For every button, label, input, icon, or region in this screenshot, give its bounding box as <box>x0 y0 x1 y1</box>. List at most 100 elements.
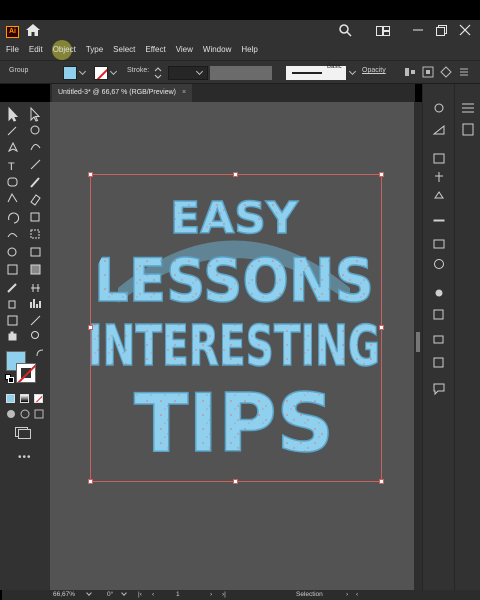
resize-handle[interactable] <box>233 172 238 177</box>
libraries-icon <box>432 124 445 135</box>
resize-handle[interactable] <box>88 479 93 484</box>
more-tools-icon[interactable]: ••• <box>18 452 32 463</box>
close-tab-icon[interactable]: × <box>182 89 186 96</box>
menu-view[interactable]: View <box>171 43 198 57</box>
selection-tool-icon <box>8 106 19 122</box>
stroke-color-box[interactable] <box>16 363 36 383</box>
scrollbar-thumb[interactable] <box>416 332 420 352</box>
width-tool-icon <box>7 233 18 238</box>
selection-bounding-box[interactable] <box>90 174 382 482</box>
appearance-icon <box>435 289 443 297</box>
search-icon[interactable] <box>339 24 352 39</box>
fill-color-swatch[interactable] <box>63 66 77 80</box>
color-mode-icon[interactable] <box>6 394 15 403</box>
chevron-down-icon[interactable] <box>348 67 357 76</box>
status-menu-icon[interactable]: ‹ <box>356 590 358 600</box>
stroke-stepper-icon[interactable] <box>154 66 162 82</box>
free-transform-icon <box>30 229 40 239</box>
resize-handle[interactable] <box>379 479 384 484</box>
rectangle-tool-icon <box>7 177 18 187</box>
status-bar: 66,67% 0° |‹ ‹ 1 › ›| Selection › ‹ <box>2 590 480 600</box>
brush-label: Basic <box>327 64 342 70</box>
document-tab[interactable]: Untitled-3* @ 66,67 % (RGB/Preview) × <box>52 84 193 102</box>
app-logo: Ai <box>6 26 19 38</box>
panel-icons-2 <box>462 103 474 136</box>
close-icon[interactable] <box>459 24 471 38</box>
stroke-weight-field[interactable] <box>168 66 208 80</box>
stroke-panel-icon <box>433 219 445 222</box>
menu-icon[interactable] <box>458 66 470 78</box>
arrange-documents-icon[interactable] <box>376 26 390 38</box>
menu-type[interactable]: Type <box>81 43 108 57</box>
resize-handle[interactable] <box>88 325 93 330</box>
maximize-icon[interactable] <box>436 25 447 38</box>
panel-dock-1 <box>422 84 454 590</box>
last-artboard-icon[interactable]: ›| <box>222 590 226 600</box>
stroke-label: Stroke: <box>127 67 150 74</box>
transparency-icon <box>434 259 444 269</box>
resize-handle[interactable] <box>379 172 384 177</box>
hand-tool-icon <box>8 331 17 341</box>
selection-type-label: Group <box>9 67 29 74</box>
home-icon[interactable] <box>26 24 40 38</box>
gradient-panel-icon <box>433 239 445 249</box>
adjustments-icon <box>462 103 474 113</box>
vertical-scrollbar[interactable] <box>414 102 422 590</box>
direct-selection-tool-icon <box>30 106 41 122</box>
chevron-down-icon[interactable] <box>109 67 118 76</box>
menu-help[interactable]: Help <box>236 43 262 57</box>
zoom-level[interactable]: 66,67% <box>53 590 75 600</box>
panel-dock-2 <box>454 84 480 590</box>
menu-window[interactable]: Window <box>198 43 236 57</box>
draw-normal-icon[interactable] <box>6 409 16 419</box>
variable-width-field[interactable] <box>210 66 272 80</box>
application-bar: Ai File Edit Object Type Select Effect V… <box>0 20 480 60</box>
resize-handle[interactable] <box>88 172 93 177</box>
draw-inside-icon[interactable] <box>34 409 44 419</box>
zoom-tool-icon <box>31 331 39 339</box>
isolate-icon[interactable] <box>440 66 452 78</box>
symbol-sprayer-icon <box>8 300 16 309</box>
chevron-down-icon[interactable] <box>78 67 87 76</box>
stroke-color-swatch[interactable] <box>94 66 108 80</box>
swap-colors-icon[interactable] <box>36 349 44 357</box>
comments-icon <box>433 383 445 396</box>
menu-file[interactable]: File <box>0 43 24 57</box>
control-bar-icons <box>404 66 470 78</box>
transform-icon[interactable] <box>422 66 434 78</box>
none-mode-icon[interactable] <box>34 394 43 403</box>
color-mode-row <box>6 394 43 403</box>
draw-mode-row <box>6 409 44 419</box>
resize-handle[interactable] <box>233 479 238 484</box>
artboard-number[interactable]: 1 <box>176 590 180 600</box>
menu-edit[interactable]: Edit <box>24 43 48 57</box>
layers-icon <box>433 335 444 344</box>
document-info-icon <box>462 123 474 136</box>
next-artboard-icon[interactable]: › <box>210 590 212 600</box>
minimize-icon[interactable] <box>412 24 424 38</box>
first-artboard-icon[interactable]: |‹ <box>138 590 142 600</box>
menu-object[interactable]: Object <box>48 40 81 60</box>
artboard-tool-icon <box>7 315 18 326</box>
pen-tool-icon <box>7 141 19 153</box>
align-icon[interactable] <box>404 66 416 78</box>
screen-mode-icon[interactable] <box>15 427 31 439</box>
menu-bar: File Edit Object Type Select Effect View… <box>0 40 263 60</box>
menu-select[interactable]: Select <box>108 43 140 57</box>
chevron-down-icon[interactable] <box>121 590 127 596</box>
magic-wand-icon <box>7 126 17 136</box>
opacity-link[interactable]: Opacity <box>362 67 386 74</box>
type-tool-icon: T <box>8 161 15 173</box>
prev-artboard-icon[interactable]: ‹ <box>152 590 154 600</box>
default-colors-icon[interactable] <box>5 374 14 383</box>
line-tool-icon <box>30 159 41 170</box>
rotation-value[interactable]: 0° <box>107 590 113 600</box>
artboard-canvas[interactable]: EASY LESSONS INTERESTING TIPS <box>50 102 415 590</box>
menu-effect[interactable]: Effect <box>140 43 170 57</box>
scale-tool-icon <box>30 212 40 222</box>
gradient-mode-icon[interactable] <box>20 394 29 403</box>
resize-handle[interactable] <box>379 325 384 330</box>
column-graph-icon <box>30 299 41 308</box>
status-menu-icon[interactable]: › <box>346 590 348 600</box>
draw-behind-icon[interactable] <box>20 409 30 419</box>
